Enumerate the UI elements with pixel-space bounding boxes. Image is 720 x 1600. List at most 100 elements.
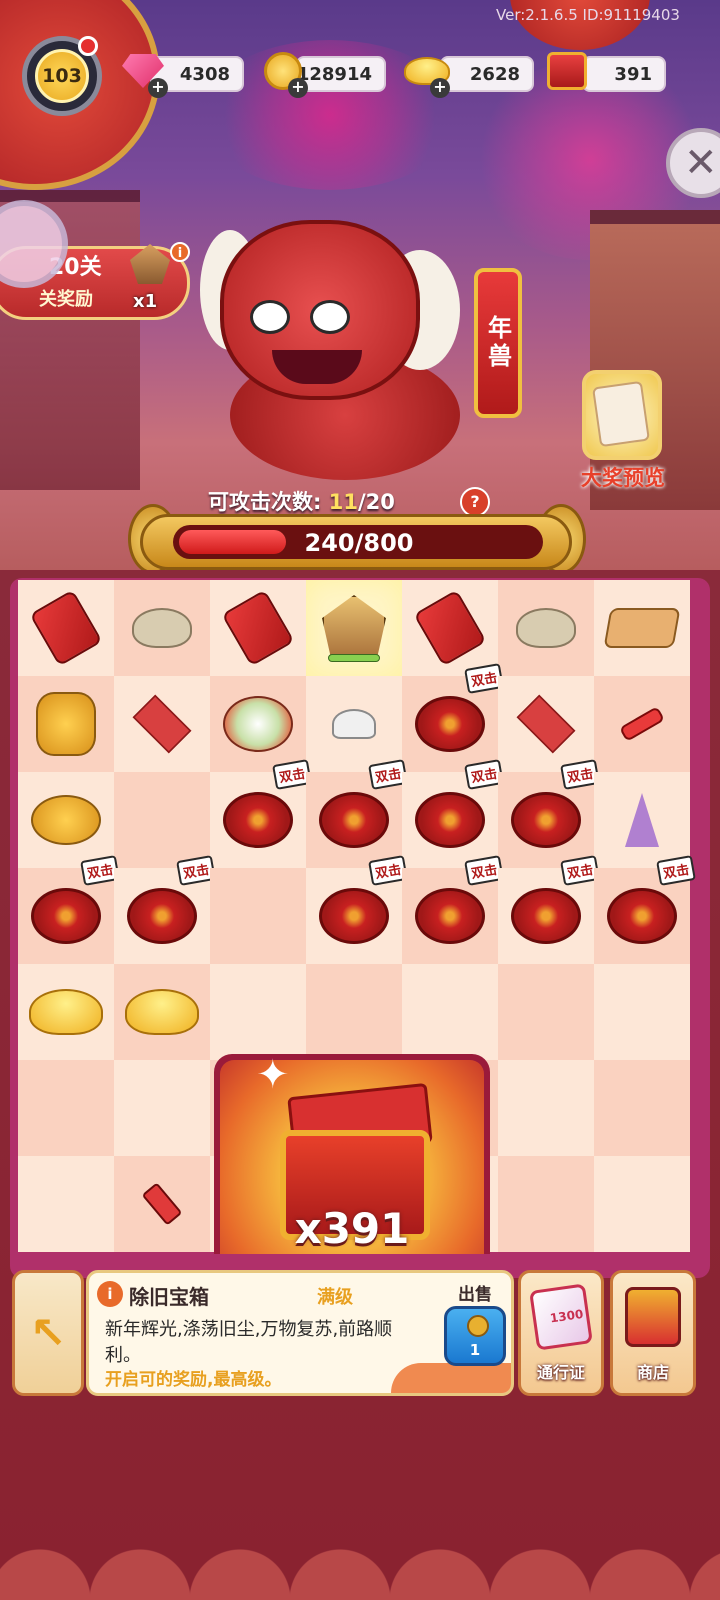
board-cell[interactable]	[210, 964, 306, 1060]
red-ribbon-icon	[413, 589, 487, 667]
board-cell[interactable]	[18, 1060, 114, 1156]
coin-stack-icon	[36, 692, 96, 756]
notification-dot	[78, 36, 98, 56]
board-cell[interactable]	[306, 580, 402, 676]
item-title: 除旧宝箱	[129, 1285, 209, 1309]
sell-value: 1	[469, 1341, 481, 1359]
board-cell[interactable]	[594, 676, 690, 772]
coin-pile-icon	[31, 795, 101, 845]
level-reward-quantity: x1	[133, 291, 158, 312]
battle-pass-label: 通行证	[536, 1363, 585, 1382]
progress-bar	[328, 654, 380, 662]
board-cell[interactable]: 双击	[306, 759, 408, 868]
board-cell[interactable]	[210, 676, 306, 772]
board-cell[interactable]: 双击	[114, 855, 216, 964]
board-cell[interactable]	[114, 676, 210, 772]
chest-panel[interactable]: ✦ x391	[214, 1052, 490, 1254]
red-mat-icon	[132, 694, 192, 754]
dumpling-icon	[332, 709, 376, 739]
add-gems-button[interactable]: +	[148, 78, 168, 98]
shop-label: 商店	[636, 1363, 669, 1382]
board-cell[interactable]: 双击	[210, 759, 312, 868]
board-cell[interactable]	[114, 1060, 210, 1156]
board-cell[interactable]: 双击	[594, 855, 696, 964]
coin-counter[interactable]: 128914	[296, 56, 386, 92]
chest-count-label: x391	[294, 1204, 410, 1253]
board-cell[interactable]: 双击	[18, 855, 120, 964]
player-level-value: 103	[35, 49, 89, 103]
boss-name: 年兽	[483, 315, 512, 371]
coin-count: 128914	[296, 63, 372, 85]
pass-badge: 1300	[549, 1306, 585, 1326]
board-cell[interactable]	[18, 676, 114, 772]
board-cell[interactable]	[594, 1156, 690, 1252]
board-cell[interactable]	[18, 772, 114, 868]
sell-label: 出售	[458, 1285, 492, 1305]
board-cell[interactable]	[498, 964, 594, 1060]
battle-pass-button[interactable]: 1300 通行证	[518, 1270, 604, 1396]
board-cell[interactable]	[402, 580, 498, 676]
board-cell[interactable]	[498, 1060, 594, 1156]
ingot-counter[interactable]: 2628	[440, 56, 534, 92]
sparkle-icon: ✦	[256, 1052, 290, 1098]
board-cell[interactable]: 双击	[306, 855, 408, 964]
chest-counter[interactable]: 391	[582, 56, 666, 92]
gold-ingot-icon	[125, 989, 199, 1035]
version-text: Ver:2.1.6.5 ID:91119403	[496, 6, 680, 24]
board-cell[interactable]: 双击	[498, 855, 600, 964]
nian-beast-boss[interactable]	[190, 210, 490, 490]
firecracker-icon	[141, 1182, 183, 1226]
back-button[interactable]: ↖	[12, 1270, 84, 1396]
info-icon[interactable]: i	[97, 1281, 123, 1307]
red-ribbon-icon	[29, 589, 103, 667]
red-stick-icon	[618, 706, 666, 742]
board-cell[interactable]	[210, 868, 306, 964]
ingot-count: 2628	[469, 63, 520, 85]
boss-name-tag: 年兽	[474, 268, 522, 418]
board-cell[interactable]	[594, 580, 690, 676]
hp-text: 240/800	[304, 529, 414, 557]
board-cell[interactable]	[498, 1156, 594, 1252]
board-cell[interactable]	[114, 1156, 210, 1252]
chest-glow: ✦ x391	[220, 1052, 484, 1254]
board-cell[interactable]	[18, 580, 114, 676]
scroll-paper-icon	[592, 380, 650, 448]
red-mat-icon	[516, 694, 576, 754]
add-coins-button[interactable]: +	[288, 78, 308, 98]
board-cell[interactable]	[402, 964, 498, 1060]
attack-count: 可攻击次数: 11/20	[208, 486, 395, 516]
board-cell[interactable]	[114, 772, 210, 868]
board-cell[interactable]	[210, 580, 306, 676]
lantern-sign-icon	[322, 595, 386, 661]
boss-eye	[250, 300, 290, 334]
attack-label: 可攻击次数:	[208, 490, 322, 514]
prize-preview-button[interactable]: 大奖预览	[568, 370, 678, 500]
help-icon[interactable]: ?	[460, 487, 490, 517]
sell-button[interactable]: 1	[444, 1306, 506, 1366]
board-cell[interactable]	[114, 580, 210, 676]
board-cell[interactable]	[498, 580, 594, 676]
info-icon[interactable]: i	[170, 242, 190, 262]
coin-icon	[467, 1315, 489, 1337]
board-cell[interactable]: 双击	[402, 759, 504, 868]
board-cell[interactable]: 双击	[402, 663, 504, 772]
firecracker-coil-icon	[319, 888, 389, 944]
board-cell[interactable]	[306, 676, 402, 772]
board-cell[interactable]	[594, 772, 690, 868]
add-ingots-button[interactable]: +	[430, 78, 450, 98]
board-cell[interactable]	[594, 964, 690, 1060]
firecracker-coil-icon	[319, 792, 389, 848]
board-cell[interactable]	[18, 964, 114, 1060]
board-cell[interactable]	[18, 1156, 114, 1252]
board-cell[interactable]	[594, 1060, 690, 1156]
shop-button[interactable]: 商店	[610, 1270, 696, 1396]
level-reward-label: 关奖励	[39, 289, 93, 310]
board-cell[interactable]	[114, 964, 210, 1060]
shop-icon	[625, 1287, 681, 1347]
gem-count: 4308	[179, 63, 230, 85]
board-cell[interactable]	[498, 676, 594, 772]
board-cell[interactable]: 双击	[498, 759, 600, 868]
board-cell[interactable]	[306, 964, 402, 1060]
boss-hp-bar: 240/800	[140, 514, 572, 570]
board-cell[interactable]: 双击	[402, 855, 504, 964]
